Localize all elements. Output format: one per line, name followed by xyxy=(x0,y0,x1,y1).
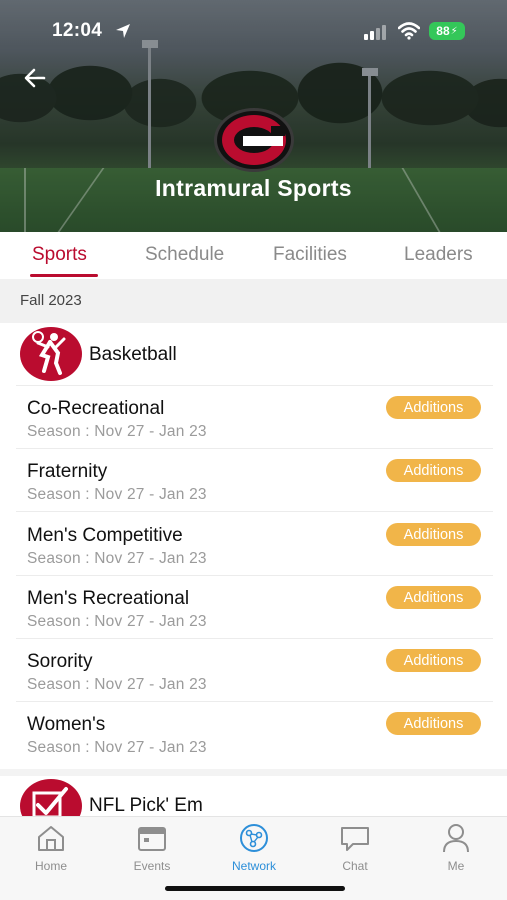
home-icon xyxy=(38,826,64,851)
league-season: Season : Nov 27 - Jan 23 xyxy=(27,423,207,440)
nav-events[interactable]: Events xyxy=(117,823,187,873)
league-season: Season : Nov 27 - Jan 23 xyxy=(27,486,207,503)
divider xyxy=(16,511,493,512)
league-row-co-recreational[interactable]: Co-Recreational Season : Nov 27 - Jan 23… xyxy=(0,386,507,449)
league-title: Men's Recreational xyxy=(27,588,190,609)
location-arrow-icon xyxy=(116,24,130,38)
home-indicator xyxy=(165,886,345,891)
league-season: Season : Nov 27 - Jan 23 xyxy=(27,676,207,693)
team-logo xyxy=(214,108,294,172)
nav-label: Chat xyxy=(342,859,368,873)
nav-label: Network xyxy=(231,859,276,873)
calendar-icon xyxy=(138,827,166,851)
nav-label: Events xyxy=(133,859,171,873)
league-row-sorority[interactable]: Sorority Season : Nov 27 - Jan 23 Additi… xyxy=(0,639,507,702)
additions-badge[interactable]: Additions xyxy=(386,649,481,672)
additions-badge[interactable]: Additions xyxy=(386,396,481,419)
tab-leaders[interactable]: Leaders xyxy=(404,244,473,266)
additions-badge[interactable]: Additions xyxy=(386,712,481,735)
league-title: Men's Competitive xyxy=(27,525,183,546)
league-season: Season : Nov 27 - Jan 23 xyxy=(27,613,207,630)
league-season: Season : Nov 27 - Jan 23 xyxy=(27,739,207,756)
term-label: Fall 2023 xyxy=(20,292,82,309)
league-title: Fraternity xyxy=(27,461,108,482)
battery-level: 88 xyxy=(436,24,450,38)
battery-indicator: 88 ⚡ xyxy=(429,22,465,40)
nav-chat[interactable]: Chat xyxy=(320,823,390,873)
wifi-icon xyxy=(398,22,420,40)
person-icon xyxy=(443,824,469,853)
nav-label: Me xyxy=(447,859,465,873)
nav-network[interactable]: Network xyxy=(219,823,289,873)
back-arrow-icon[interactable] xyxy=(22,66,48,90)
league-title: Sorority xyxy=(27,651,93,672)
section-separator xyxy=(0,769,507,776)
tab-schedule[interactable]: Schedule xyxy=(145,244,224,266)
charging-bolt-icon: ⚡ xyxy=(450,25,458,37)
league-title: Co-Recreational xyxy=(27,398,165,419)
term-header: Fall 2023 xyxy=(0,279,507,323)
network-icon xyxy=(240,824,268,852)
league-row-mens-competitive[interactable]: Men's Competitive Season : Nov 27 - Jan … xyxy=(0,513,507,576)
nav-label: Home xyxy=(34,859,67,873)
tab-facilities[interactable]: Facilities xyxy=(273,244,347,266)
additions-badge[interactable]: Additions xyxy=(386,459,481,482)
status-bar: 12:04 88 ⚡ xyxy=(0,0,507,60)
sport-name: Basketball xyxy=(89,344,177,365)
chat-icon xyxy=(341,827,369,851)
league-row-womens[interactable]: Women's Season : Nov 27 - Jan 23 Additio… xyxy=(0,702,507,765)
league-season: Season : Nov 27 - Jan 23 xyxy=(27,550,207,567)
sport-name: NFL Pick' Em xyxy=(89,795,203,816)
status-time: 12:04 xyxy=(52,20,103,41)
page-title: Intramural Sports xyxy=(155,175,352,201)
league-row-fraternity[interactable]: Fraternity Season : Nov 27 - Jan 23 Addi… xyxy=(0,449,507,512)
basketball-icon xyxy=(20,327,82,381)
active-tab-indicator xyxy=(30,274,98,277)
sport-header-basketball[interactable]: Basketball xyxy=(0,323,507,385)
cellular-signal-icon xyxy=(364,25,386,40)
g-logo-icon xyxy=(222,115,286,165)
additions-badge[interactable]: Additions xyxy=(386,586,481,609)
nav-home[interactable]: Home xyxy=(16,823,86,873)
league-row-mens-recreational[interactable]: Men's Recreational Season : Nov 27 - Jan… xyxy=(0,576,507,639)
additions-badge[interactable]: Additions xyxy=(386,523,481,546)
tab-sports[interactable]: Sports xyxy=(32,244,87,266)
league-title: Women's xyxy=(27,714,106,735)
tab-bar: Sports Schedule Facilities Leaders xyxy=(0,232,507,278)
nav-me[interactable]: Me xyxy=(421,823,491,873)
